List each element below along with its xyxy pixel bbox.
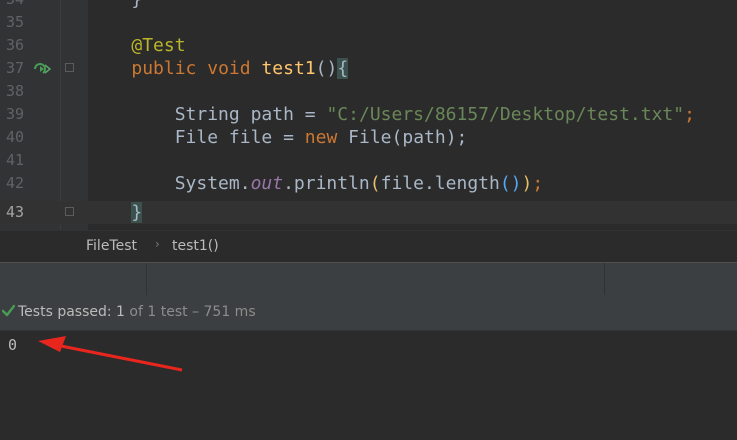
keyword-token: void <box>207 58 251 79</box>
argument-token: file.length <box>380 173 500 194</box>
check-icon <box>2 304 15 317</box>
string-token: "C:/Users/86157/Desktop/test.txt" <box>326 104 685 125</box>
gutter-line: 34 <box>0 0 88 11</box>
paren-token: ( <box>369 173 381 194</box>
line-number: 39 <box>5 105 24 123</box>
breadcrumb-class[interactable]: FileTest <box>86 238 137 254</box>
line-number: 35 <box>5 13 24 31</box>
gutter-line: 41 <box>0 149 88 172</box>
operator-token: = <box>304 104 316 125</box>
gutter-line: 36 <box>0 34 88 57</box>
run-test-icon[interactable] <box>33 62 51 76</box>
toolbar-divider <box>604 263 605 295</box>
method-name-token: test1 <box>261 58 316 79</box>
variable-token: path <box>250 104 294 125</box>
code-line[interactable]: System.out.println(file.length()); <box>88 172 737 195</box>
tool-window-toolbar <box>0 262 737 296</box>
code-editor[interactable]: 34 } 35 36 @Test 37 public void test1(){… <box>0 0 737 230</box>
code-line[interactable]: } <box>88 0 737 11</box>
arguments-token: (path); <box>391 127 468 148</box>
type-token: String <box>174 104 240 125</box>
constructor-token: File <box>348 127 392 148</box>
field-token: out <box>250 173 284 194</box>
brace-token: } <box>131 202 143 223</box>
paren-token: ) <box>521 173 533 194</box>
paren-token: () <box>315 58 338 79</box>
annotation-token: @Test <box>131 35 186 56</box>
code-line[interactable]: String path = "C:/Users/86157/Desktop/te… <box>88 103 737 126</box>
passed-count: 1 <box>116 304 125 320</box>
code-line-current[interactable]: } <box>88 201 737 224</box>
gutter-line: 38 <box>0 80 88 103</box>
test-status-bar: Tests passed: 1 of 1 test – 751 ms <box>0 295 737 331</box>
breadcrumb: FileTest › test1() <box>0 230 737 263</box>
line-number: 43 <box>5 203 24 221</box>
brace-token: { <box>337 58 349 79</box>
semicolon-token: ; <box>684 104 695 125</box>
toolbar-divider <box>146 263 147 295</box>
line-number: 42 <box>5 174 24 192</box>
gutter-line: 35 <box>0 11 88 34</box>
test-result-text: Tests passed: 1 of 1 test – 751 ms <box>18 304 256 320</box>
status-suffix: of 1 test – 751 ms <box>129 304 256 320</box>
variable-token: file <box>228 127 273 148</box>
semicolon-token: ; <box>532 173 544 194</box>
operator-token: = <box>283 127 294 148</box>
line-number: 36 <box>5 36 24 54</box>
gutter-line-current: 43 <box>0 201 88 224</box>
keyword-token: new <box>304 127 338 148</box>
code-line[interactable]: File file = new File(path); <box>88 126 737 149</box>
object-token: System. <box>174 173 251 194</box>
gutter-line: 40 <box>0 126 88 149</box>
fold-icon[interactable] <box>65 207 74 216</box>
breadcrumb-separator: › <box>155 237 160 251</box>
line-number: 37 <box>5 59 24 77</box>
paren-token: () <box>499 173 522 194</box>
code-line[interactable]: public void test1(){ <box>88 57 737 80</box>
code-line[interactable]: @Test <box>88 34 737 57</box>
line-number: 38 <box>5 82 24 100</box>
line-number: 40 <box>5 128 24 146</box>
keyword-token: public <box>131 58 197 79</box>
type-token: File <box>174 127 219 148</box>
gutter-line: 42 <box>0 172 88 195</box>
code-text: } <box>88 0 142 10</box>
gutter-line: 39 <box>0 103 88 126</box>
line-number: 34 <box>0 0 24 11</box>
console-output-text: 0 <box>8 336 18 354</box>
console-output[interactable]: 0 <box>0 331 737 440</box>
breadcrumb-method[interactable]: test1() <box>172 238 219 254</box>
line-number: 41 <box>5 151 24 169</box>
fold-icon[interactable] <box>65 63 74 72</box>
method-call-token: .println <box>283 173 370 194</box>
status-prefix: Tests passed: <box>18 304 112 320</box>
